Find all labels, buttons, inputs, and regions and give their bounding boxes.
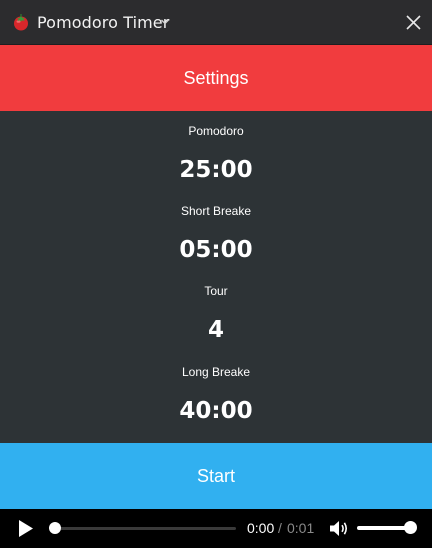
volume-thumb[interactable]: [404, 521, 417, 534]
close-icon[interactable]: [405, 14, 422, 31]
chevron-down-icon[interactable]: [160, 17, 170, 27]
settings-label: Settings: [183, 67, 249, 88]
pomodoro-label: Pomodoro: [188, 124, 244, 138]
timer-settings-panel: Pomodoro 25:00 Short Breake 05:00 Tour 4…: [0, 111, 432, 443]
current-time: 0:00: [247, 520, 275, 536]
title-bar: Pomodoro Timer: [0, 0, 432, 45]
tour-label: Tour: [204, 284, 228, 298]
seek-thumb[interactable]: [49, 522, 61, 534]
short-break-label: Short Breake: [180, 204, 252, 218]
pomodoro-value: 25:00: [179, 157, 253, 183]
tour-value: 4: [207, 317, 224, 343]
audio-player: 0:00 / 0:01: [0, 509, 432, 548]
short-break-value: 05:00: [179, 237, 253, 263]
settings-button[interactable]: Settings: [0, 45, 432, 111]
long-break-value: 40:00: [179, 398, 253, 424]
volume-icon[interactable]: [329, 519, 349, 538]
volume-slider[interactable]: [357, 526, 411, 530]
tomato-icon: [14, 14, 28, 31]
time-separator: /: [278, 520, 282, 536]
start-label: Start: [196, 465, 235, 486]
seek-slider[interactable]: [50, 527, 236, 530]
play-icon[interactable]: [17, 519, 35, 538]
start-button[interactable]: Start: [0, 443, 432, 509]
window-title[interactable]: Pomodoro Timer: [37, 13, 169, 32]
duration-time: 0:01: [287, 520, 315, 536]
long-break-label: Long Breake: [181, 365, 251, 379]
